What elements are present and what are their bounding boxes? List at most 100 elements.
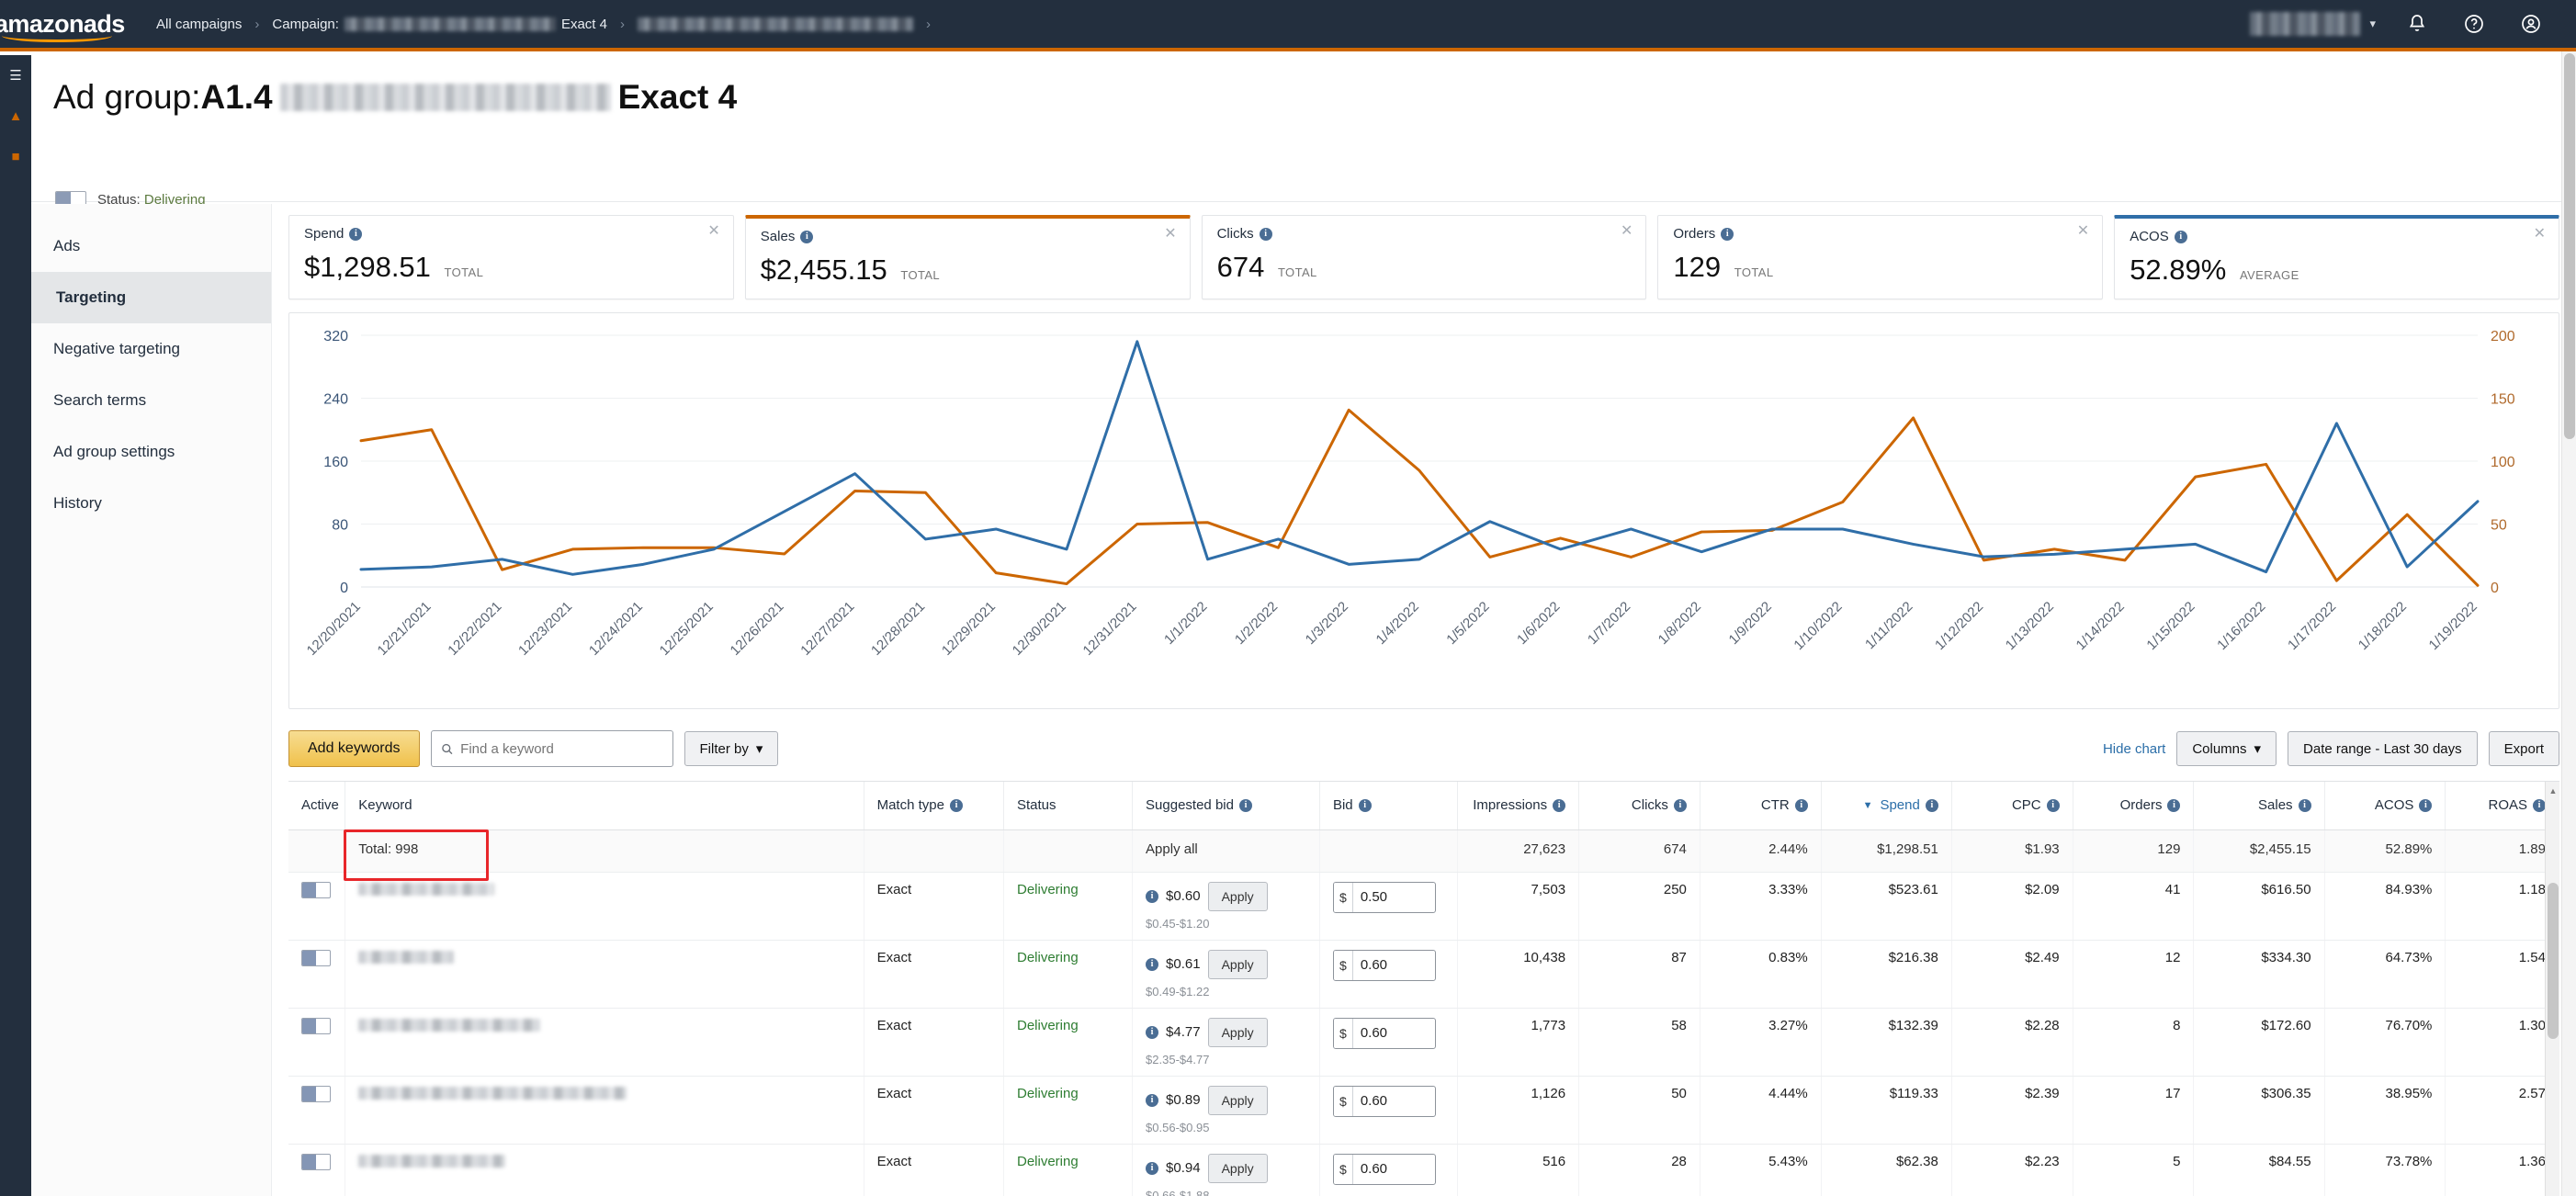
table-row[interactable]: ExactDeliveringi$0.89Apply$0.56-$0.95$1,… <box>288 1076 2559 1144</box>
row-active-cell[interactable] <box>288 872 345 940</box>
metric-card-acos[interactable]: ACOS i ✕ 52.89% AVERAGE <box>2114 215 2559 299</box>
info-icon[interactable]: i <box>1359 799 1372 812</box>
row-bid-cell[interactable]: $ <box>1319 1144 1457 1196</box>
info-icon[interactable]: i <box>1239 799 1252 812</box>
bid-input[interactable] <box>1353 1161 1435 1177</box>
row-status-toggle[interactable] <box>301 1086 331 1102</box>
info-icon[interactable]: i <box>1553 799 1565 812</box>
scrollbar-thumb[interactable] <box>2564 53 2575 439</box>
row-keyword-cell[interactable] <box>345 1008 864 1076</box>
hide-chart-link[interactable]: Hide chart <box>2103 741 2165 757</box>
row-active-cell[interactable] <box>288 1008 345 1076</box>
th-clicks[interactable]: Clicks i <box>1579 782 1700 829</box>
info-icon[interactable]: i <box>349 228 362 241</box>
row-keyword-cell[interactable] <box>345 1076 864 1144</box>
row-bid-cell[interactable]: $ <box>1319 940 1457 1008</box>
row-status-toggle[interactable] <box>301 1018 331 1034</box>
table-row[interactable]: ExactDeliveringi$4.77Apply$2.35-$4.77$1,… <box>288 1008 2559 1076</box>
info-icon[interactable]: i <box>2175 231 2187 243</box>
rail-menu-icon[interactable]: ☰ <box>0 55 31 96</box>
apply-all-label[interactable]: Apply all <box>1146 841 1198 857</box>
apply-bid-button[interactable]: Apply <box>1208 1086 1268 1115</box>
metric-card-spend[interactable]: Spend i ✕ $1,298.51 TOTAL <box>288 215 734 299</box>
help-icon[interactable] <box>2446 0 2503 50</box>
rail-campaigns-icon[interactable]: ▲ <box>0 96 31 136</box>
close-icon[interactable]: ✕ <box>1621 224 1633 239</box>
date-range-button[interactable]: Date range - Last 30 days <box>2288 731 2478 766</box>
info-icon[interactable]: i <box>950 799 963 812</box>
metric-card-orders[interactable]: Orders i ✕ 129 TOTAL <box>1657 215 2103 299</box>
th-status[interactable]: Status <box>1004 782 1133 829</box>
sidebar-item-ad-group-settings[interactable]: Ad group settings <box>31 426 271 478</box>
info-icon[interactable]: i <box>1146 1094 1158 1107</box>
info-icon[interactable]: i <box>1146 1162 1158 1175</box>
page-vertical-scrollbar[interactable] <box>2561 51 2576 1196</box>
bid-input[interactable] <box>1353 889 1435 905</box>
info-icon[interactable]: i <box>2047 799 2060 812</box>
apply-bid-button[interactable]: Apply <box>1208 1154 1268 1183</box>
info-icon[interactable]: i <box>1260 228 1272 241</box>
close-icon[interactable]: ✕ <box>2077 224 2089 239</box>
th-impressions[interactable]: Impressions i <box>1458 782 1579 829</box>
row-keyword-cell[interactable] <box>345 1144 864 1196</box>
info-icon[interactable]: i <box>2299 799 2311 812</box>
search-keyword-box[interactable] <box>431 730 673 767</box>
scrollbar-thumb[interactable] <box>2548 883 2559 1039</box>
th-sales[interactable]: Sales i <box>2194 782 2324 829</box>
th-ctr[interactable]: CTR i <box>1700 782 1821 829</box>
table-row[interactable]: ExactDeliveringi$0.61Apply$0.49-$1.22$10… <box>288 940 2559 1008</box>
row-bid-cell[interactable]: $ <box>1319 1008 1457 1076</box>
rail-reports-icon[interactable]: ■ <box>0 136 31 176</box>
bid-input-wrap[interactable]: $ <box>1333 1154 1436 1185</box>
info-icon[interactable]: i <box>1674 799 1687 812</box>
bid-input-wrap[interactable]: $ <box>1333 1018 1436 1049</box>
metric-card-sales[interactable]: Sales i ✕ $2,455.15 TOTAL <box>745 215 1191 299</box>
scroll-up-icon[interactable]: ▲ <box>2546 784 2560 798</box>
sidebar-item-negative-targeting[interactable]: Negative targeting <box>31 323 271 375</box>
bid-input-wrap[interactable]: $ <box>1333 950 1436 981</box>
th-keyword[interactable]: Keyword <box>345 782 864 829</box>
add-keywords-button[interactable]: Add keywords <box>288 730 420 767</box>
close-icon[interactable]: ✕ <box>707 224 719 239</box>
row-active-cell[interactable] <box>288 940 345 1008</box>
info-icon[interactable]: i <box>1146 958 1158 971</box>
info-icon[interactable]: i <box>1721 228 1734 241</box>
th-active[interactable]: Active <box>288 782 345 829</box>
info-icon[interactable]: i <box>1146 890 1158 903</box>
bid-input-wrap[interactable]: $ <box>1333 1086 1436 1117</box>
row-active-cell[interactable] <box>288 1076 345 1144</box>
bid-input[interactable] <box>1353 1025 1435 1041</box>
sidebar-item-history[interactable]: History <box>31 478 271 529</box>
th-acos[interactable]: ACOS i <box>2324 782 2446 829</box>
breadcrumb-item-campaign[interactable]: Campaign: Exact 4 <box>263 0 616 48</box>
sidebar-item-targeting[interactable]: Targeting <box>31 272 271 323</box>
info-icon[interactable]: i <box>2533 799 2546 812</box>
th-orders[interactable]: Orders i <box>2073 782 2194 829</box>
row-status-toggle[interactable] <box>301 1154 331 1170</box>
breadcrumb-item-adgroup[interactable] <box>628 0 922 48</box>
info-icon[interactable]: i <box>1795 799 1808 812</box>
row-keyword-cell[interactable] <box>345 872 864 940</box>
th-bid[interactable]: Bid i <box>1319 782 1457 829</box>
bid-input-wrap[interactable]: $ <box>1333 882 1436 913</box>
filter-by-button[interactable]: Filter by ▾ <box>684 731 779 766</box>
th-suggested-bid[interactable]: Suggested bid i <box>1133 782 1320 829</box>
info-icon[interactable]: i <box>1146 1026 1158 1039</box>
apply-bid-button[interactable]: Apply <box>1208 882 1268 911</box>
amazon-ads-logo[interactable]: amazonads <box>0 0 134 50</box>
row-active-cell[interactable] <box>288 1144 345 1196</box>
info-icon[interactable]: i <box>2167 799 2180 812</box>
sidebar-item-ads[interactable]: Ads <box>31 220 271 272</box>
table-vertical-scrollbar[interactable]: ▲ <box>2545 782 2559 1196</box>
row-status-toggle[interactable] <box>301 882 331 898</box>
close-icon[interactable]: ✕ <box>1164 227 1176 242</box>
row-bid-cell[interactable]: $ <box>1319 872 1457 940</box>
notifications-bell-icon[interactable] <box>2389 0 2446 50</box>
info-icon[interactable]: i <box>2419 799 2432 812</box>
bid-input[interactable] <box>1353 1093 1435 1109</box>
row-status-toggle[interactable] <box>301 950 331 966</box>
metric-card-clicks[interactable]: Clicks i ✕ 674 TOTAL <box>1202 215 1647 299</box>
th-match-type[interactable]: Match type i <box>864 782 1003 829</box>
search-input[interactable] <box>460 741 662 757</box>
table-row[interactable]: ExactDeliveringi$0.94Apply$0.66-$1.88$51… <box>288 1144 2559 1196</box>
